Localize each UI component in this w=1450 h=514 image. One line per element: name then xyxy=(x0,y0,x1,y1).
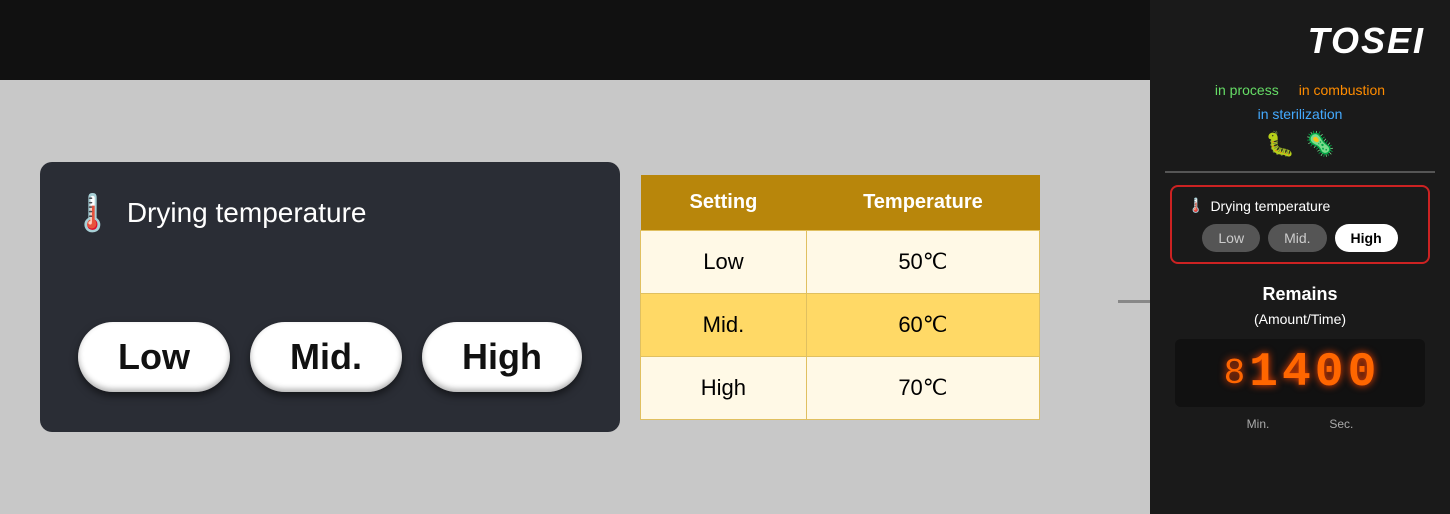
status-in-process: in process xyxy=(1215,82,1279,98)
digit-4: 4 xyxy=(1282,349,1311,397)
status-in-sterilization: in sterilization xyxy=(1258,106,1343,122)
right-sidebar: TOSEI in process in combustion in steril… xyxy=(1150,0,1450,514)
setting-high: High xyxy=(641,356,807,419)
mini-buttons: Low Mid. High xyxy=(1187,224,1413,252)
temperature-header: Temperature xyxy=(806,175,1039,231)
status-in-combustion: in combustion xyxy=(1299,82,1385,98)
table-row: High 70℃ xyxy=(641,356,1040,419)
digit-0-1: 0 xyxy=(1315,349,1344,397)
remains-label: Remains xyxy=(1262,284,1337,305)
temp-low: 50℃ xyxy=(806,230,1039,293)
digit-0-2: 0 xyxy=(1348,349,1377,397)
digit-1: 1 xyxy=(1249,349,1278,397)
temp-high: 70℃ xyxy=(806,356,1039,419)
panel-title-text: Drying temperature xyxy=(127,197,367,229)
tosei-logo: TOSEI xyxy=(1308,20,1425,62)
panel-title: 🌡️ Drying temperature xyxy=(70,192,366,234)
mini-box-title: 🌡️ Drying temperature xyxy=(1187,197,1413,214)
main-area: 🌡️ Drying temperature Low Mid. High Sett… xyxy=(0,80,1150,514)
sec-label: Sec. xyxy=(1329,417,1353,431)
mini-box-title-text: Drying temperature xyxy=(1210,198,1330,214)
min-label: Min. xyxy=(1247,417,1270,431)
digit-8: 8 xyxy=(1224,353,1246,394)
divider-line xyxy=(1165,171,1435,173)
mini-low-button[interactable]: Low xyxy=(1202,224,1260,252)
mid-button[interactable]: Mid. xyxy=(250,322,402,392)
mini-thermometer-icon: 🌡️ xyxy=(1187,197,1204,214)
table-row: Low 50℃ xyxy=(641,230,1040,293)
table-row: Mid. 60℃ xyxy=(641,293,1040,356)
setting-low: Low xyxy=(641,230,807,293)
time-labels: Min. Sec. xyxy=(1247,417,1354,431)
temperature-table: Setting Temperature Low 50℃ Mid. 60℃ Hig… xyxy=(640,175,1040,420)
setting-header: Setting xyxy=(641,175,807,231)
setting-mid: Mid. xyxy=(641,293,807,356)
mini-mid-button[interactable]: Mid. xyxy=(1268,224,1326,252)
low-button[interactable]: Low xyxy=(78,322,230,392)
temp-mid: 60℃ xyxy=(806,293,1039,356)
thermometer-icon: 🌡️ xyxy=(70,192,115,234)
left-panel: 🌡️ Drying temperature Low Mid. High xyxy=(40,162,620,432)
button-row: Low Mid. High xyxy=(70,322,590,392)
bug-icon-1: 🐛 xyxy=(1265,130,1295,159)
status-row: in process in combustion xyxy=(1215,82,1385,98)
bug-icon-2: 🦠 xyxy=(1305,130,1335,159)
mini-high-button[interactable]: High xyxy=(1335,224,1398,252)
digital-display: 8 1 4 0 0 xyxy=(1175,339,1425,407)
top-bar xyxy=(0,0,1150,80)
mini-drying-box: 🌡️ Drying temperature Low Mid. High xyxy=(1170,185,1430,264)
bug-icons: 🐛 🦠 xyxy=(1265,130,1335,159)
high-button[interactable]: High xyxy=(422,322,582,392)
remains-sublabel: (Amount/Time) xyxy=(1254,311,1346,327)
